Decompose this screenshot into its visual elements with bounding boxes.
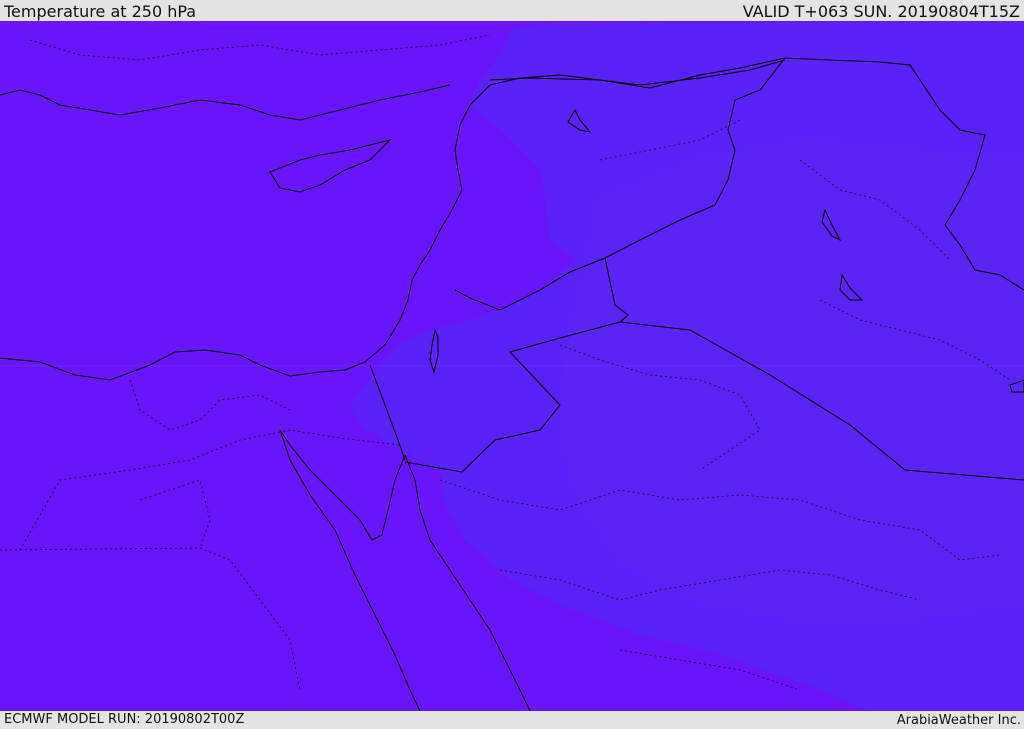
cold-core-band	[560, 140, 1024, 620]
header-bar: Temperature at 250 hPa VALID T+063 SUN. …	[0, 0, 1024, 21]
map-canvas	[0, 21, 1024, 711]
credit-label: ArabiaWeather Inc.	[896, 713, 1021, 728]
valid-time: VALID T+063 SUN. 20190804T15Z	[742, 2, 1020, 21]
footer-bar: ECMWF MODEL RUN: 20190802T00Z ArabiaWeat…	[0, 711, 1024, 729]
weather-map[interactable]	[0, 21, 1024, 711]
model-run-label: ECMWF MODEL RUN: 20190802T00Z	[4, 712, 245, 727]
map-title: Temperature at 250 hPa	[4, 2, 197, 21]
